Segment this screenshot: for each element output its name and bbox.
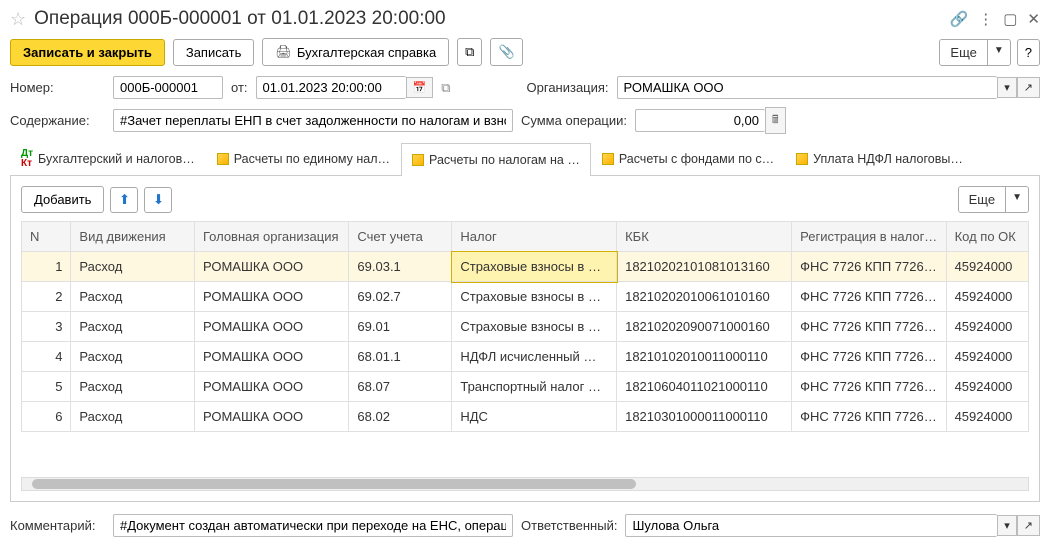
col-n[interactable]: N: [22, 222, 71, 252]
table-row[interactable]: 6РасходРОМАШКА ООО68.02НДС18210301000011…: [22, 402, 1029, 432]
organization-label: Организация:: [527, 80, 609, 95]
content-input[interactable]: [113, 109, 513, 132]
responsible-select-icon[interactable]: ▾: [997, 515, 1017, 536]
col-org[interactable]: Головная организация: [194, 222, 348, 252]
folder-icon: [602, 153, 614, 165]
comment-label: Комментарий:: [10, 518, 105, 533]
table-row[interactable]: 2РасходРОМАШКА ООО69.02.7Страховые взнос…: [22, 282, 1029, 312]
content-label: Содержание:: [10, 113, 105, 128]
organization-input[interactable]: [617, 76, 998, 99]
op-sum-input[interactable]: [635, 109, 765, 132]
tab-ndfl[interactable]: Уплата НДФЛ налоговы…: [785, 142, 974, 175]
save-close-button[interactable]: Записать и закрыть: [10, 39, 165, 66]
col-reg[interactable]: Регистрация в налого…: [792, 222, 946, 252]
col-move[interactable]: Вид движения: [71, 222, 195, 252]
col-acct[interactable]: Счет учета: [349, 222, 452, 252]
number-input[interactable]: [113, 76, 223, 99]
attach-icon-button[interactable]: 📎: [490, 38, 522, 66]
move-down-button[interactable]: ⬇: [144, 187, 172, 213]
tab-tax-calc[interactable]: Расчеты по налогам на …: [401, 143, 591, 176]
responsible-open-icon[interactable]: ↗: [1017, 515, 1040, 536]
date-from-label: от:: [231, 80, 248, 95]
tab-accounting[interactable]: ДтКт Бухгалтерский и налогов…: [10, 142, 206, 175]
window-title: Операция 000Б-000001 от 01.01.2023 20:00…: [34, 8, 949, 30]
col-kbk[interactable]: КБК: [617, 222, 792, 252]
close-icon[interactable]: ✕: [1027, 10, 1040, 28]
tab-unified-tax[interactable]: Расчеты по единому нал…: [206, 142, 401, 175]
print-document-button[interactable]: 🖨 Бухгалтерская справка: [262, 38, 449, 66]
calendar-icon[interactable]: 📅: [406, 77, 434, 98]
organization-open-icon[interactable]: ↗: [1017, 77, 1040, 98]
horizontal-scrollbar[interactable]: [21, 477, 1029, 491]
save-button[interactable]: Записать: [173, 39, 255, 66]
organization-select-icon[interactable]: ▾: [997, 77, 1017, 98]
responsible-label: Ответственный:: [521, 518, 617, 533]
table-row[interactable]: 4РасходРОМАШКА ООО68.01.1НДФЛ исчисленны…: [22, 342, 1029, 372]
tab-bar: ДтКт Бухгалтерский и налогов… Расчеты по…: [10, 142, 1040, 176]
dtkt-icon: ДтКт: [21, 149, 33, 169]
maximize-icon[interactable]: ▢: [1003, 10, 1017, 28]
calculator-icon[interactable]: 🖩: [765, 107, 786, 134]
folder-icon: [412, 154, 424, 166]
date-input[interactable]: [256, 76, 406, 99]
tab-funds[interactable]: Расчеты с фондами по с…: [591, 142, 785, 175]
kind-icon[interactable]: ⧉: [441, 80, 450, 96]
move-up-button[interactable]: ⬆: [110, 187, 138, 213]
kebab-icon[interactable]: ⋮: [978, 10, 993, 28]
tax-table: N Вид движения Головная организация Счет…: [21, 221, 1029, 432]
help-button[interactable]: ?: [1017, 39, 1040, 66]
panel-more-button[interactable]: Еще ▼: [958, 186, 1029, 213]
table-row[interactable]: 3РасходРОМАШКА ООО69.01Страховые взносы …: [22, 312, 1029, 342]
print-label: Бухгалтерская справка: [297, 45, 436, 60]
chevron-down-icon: ▼: [1005, 187, 1028, 212]
link-icon[interactable]: 🔗: [950, 10, 969, 28]
number-label: Номер:: [10, 80, 105, 95]
op-sum-label: Сумма операции:: [521, 113, 627, 128]
folder-icon: [217, 153, 229, 165]
col-tax[interactable]: Налог: [452, 222, 617, 252]
table-row[interactable]: 5РасходРОМАШКА ООО68.07Транспортный нало…: [22, 372, 1029, 402]
favorite-star-icon[interactable]: ☆: [10, 9, 26, 30]
table-row[interactable]: 1РасходРОМАШКА ООО69.03.1Страховые взнос…: [22, 252, 1029, 282]
printer-icon: 🖨: [275, 44, 292, 60]
more-menu-button[interactable]: Еще ▼: [939, 39, 1010, 66]
structure-icon-button[interactable]: ⧉: [457, 38, 482, 66]
folder-icon: [796, 153, 808, 165]
chevron-down-icon: ▼: [987, 40, 1010, 65]
add-row-button[interactable]: Добавить: [21, 186, 104, 213]
col-code[interactable]: Код по ОК: [946, 222, 1028, 252]
